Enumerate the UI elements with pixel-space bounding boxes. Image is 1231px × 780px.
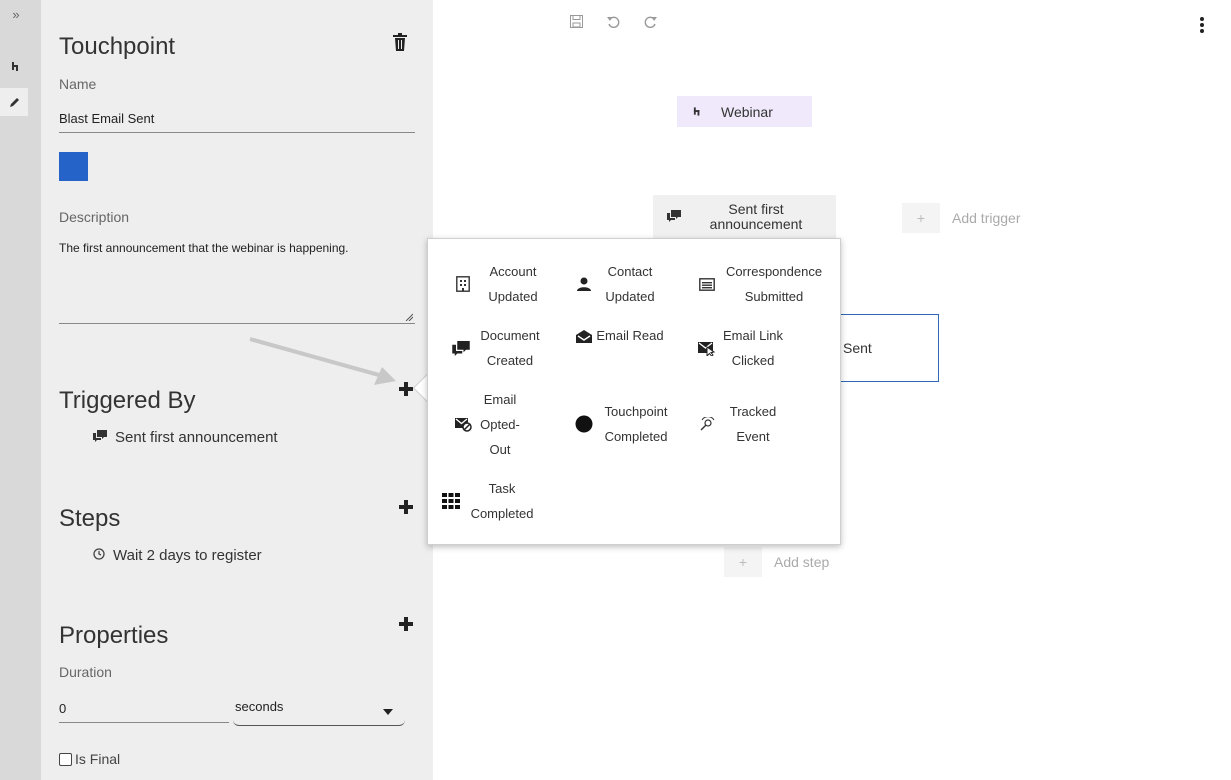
envelope-cursor-icon (696, 337, 718, 359)
envelope-block-icon (452, 414, 474, 436)
panel-title: Touchpoint (59, 33, 176, 60)
option-label: Document Created (480, 328, 540, 368)
left-rail: » (0, 0, 41, 780)
trigger-item-label: Sent first announcement (115, 429, 278, 446)
trigger-node[interactable]: Sent first announcement (653, 195, 836, 238)
option-task-completed[interactable]: Task Completed (440, 476, 542, 526)
is-final-checkbox[interactable] (59, 752, 72, 766)
name-label: Name (59, 76, 97, 92)
filled-circle-icon (573, 413, 595, 435)
trigger-type-menu: Account Updated Contact Updated Correspo… (427, 238, 841, 545)
clock-icon (93, 547, 105, 564)
option-touchpoint-completed[interactable]: Touchpoint Completed (573, 399, 677, 449)
properties-title: Properties (59, 622, 169, 649)
form-icon (696, 273, 718, 295)
trigger-icon[interactable] (2, 52, 30, 80)
touchpoint-panel: Touchpoint Name Description The first an… (41, 0, 433, 780)
option-contact-updated[interactable]: Contact Updated (573, 259, 665, 309)
option-label: Touchpoint Completed (604, 404, 668, 444)
option-document-created[interactable]: Document Created (450, 323, 548, 373)
trigger-node-label: Sent first announcement (709, 200, 803, 232)
duration-unit-select[interactable]: seconds (233, 694, 405, 726)
steps-title: Steps (59, 505, 121, 532)
kebab-menu-icon[interactable] (1193, 16, 1211, 34)
option-label: Task Completed (470, 481, 534, 521)
save-icon[interactable] (567, 12, 585, 30)
option-email-read[interactable]: Email Read (573, 323, 665, 348)
triggered-by-title: Triggered By (59, 387, 196, 414)
comments-icon (667, 209, 681, 225)
add-trigger-plus: + (902, 203, 940, 233)
touchpoint-node-label: Sent (843, 340, 872, 356)
add-trigger-label: Add trigger (952, 210, 1021, 226)
trash-icon[interactable] (393, 33, 409, 51)
trigger-list-item[interactable]: Sent first announcement (93, 429, 278, 446)
building-icon (452, 273, 474, 295)
option-label: Email Link Clicked (723, 328, 783, 368)
name-field[interactable] (59, 104, 415, 133)
add-property-plus-icon[interactable] (399, 617, 417, 635)
add-trigger-button[interactable]: + Add trigger (902, 203, 1020, 233)
option-account-updated[interactable]: Account Updated (452, 259, 552, 309)
grid-icon (440, 490, 462, 512)
resize-handle-icon[interactable] (405, 313, 413, 321)
pencil-icon[interactable] (0, 88, 28, 116)
option-tracked-event[interactable]: Tracked Event (696, 399, 788, 449)
duration-label: Duration (59, 664, 112, 680)
option-email-opted-out[interactable]: Email Opted-Out (452, 387, 526, 462)
caret-down-icon (383, 702, 393, 720)
add-step-plus-icon[interactable] (399, 500, 417, 518)
description-field[interactable]: The first announcement that the webinar … (59, 240, 415, 324)
duration-unit-value: seconds (235, 699, 284, 714)
color-swatch[interactable] (59, 152, 88, 181)
comments-icon (450, 337, 472, 359)
description-label: Description (59, 209, 130, 225)
option-email-link-clicked[interactable]: Email Link Clicked (696, 323, 788, 373)
redo-icon[interactable] (641, 12, 659, 30)
undo-icon[interactable] (604, 12, 622, 30)
option-label: Contact Updated (605, 264, 655, 304)
add-step-button[interactable]: + Add step (724, 547, 829, 577)
step-list-item[interactable]: Wait 2 days to register (93, 547, 262, 564)
option-label: Tracked Event (729, 404, 777, 444)
option-correspondence-submitted[interactable]: Correspondence Submitted (696, 259, 830, 309)
person-icon (573, 273, 595, 295)
option-label: Email Read (596, 328, 664, 343)
option-label: Account Updated (488, 264, 538, 304)
is-final-row: Is Final (59, 751, 120, 767)
option-label: Correspondence Submitted (725, 264, 823, 304)
add-step-label: Add step (774, 554, 830, 570)
step-item-label: Wait 2 days to register (113, 547, 262, 564)
is-final-label: Is Final (75, 751, 121, 767)
webinar-node[interactable]: Webinar (677, 96, 812, 127)
option-label: Email Opted-Out (480, 392, 520, 457)
tracking-icon (696, 413, 718, 435)
add-step-plus: + (724, 547, 762, 577)
duration-input[interactable] (59, 694, 229, 723)
webinar-node-label: Webinar (721, 103, 773, 120)
trigger-icon (693, 104, 703, 120)
comments-icon (93, 429, 107, 446)
double-chevron-right-icon[interactable]: » (2, 0, 30, 28)
open-envelope-icon (573, 325, 595, 347)
description-text: The first announcement that the webinar … (59, 241, 349, 255)
